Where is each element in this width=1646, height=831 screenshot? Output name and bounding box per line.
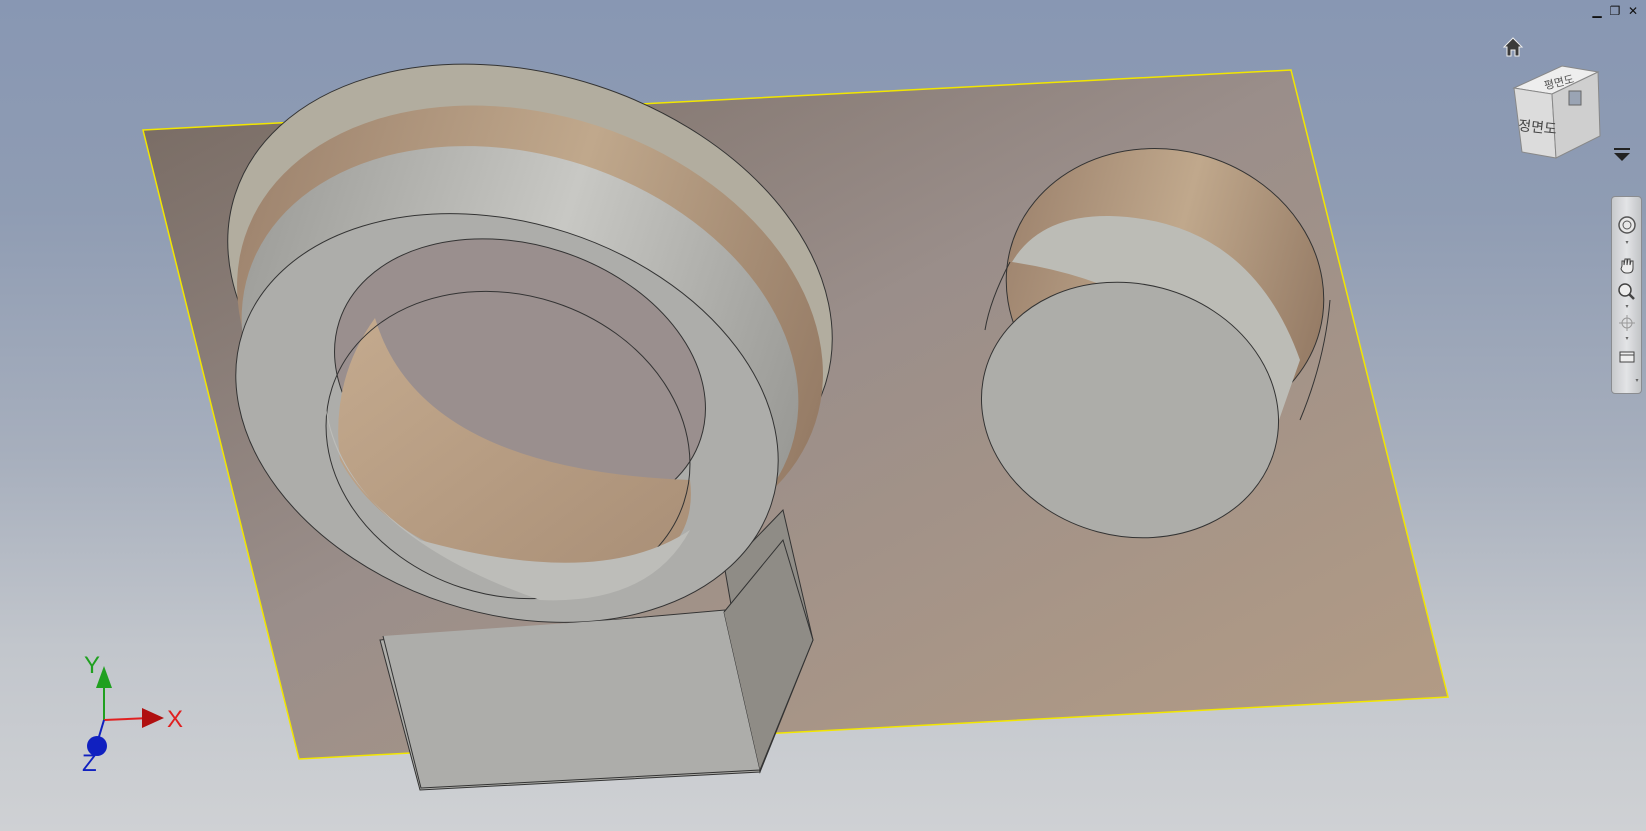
zoom-icon	[1618, 283, 1635, 300]
dropdown-arrow-icon	[1614, 148, 1630, 161]
pan-icon	[1620, 258, 1634, 274]
steering-wheel-button[interactable]	[1615, 215, 1639, 235]
view-cube-menu-button[interactable]	[1612, 146, 1632, 164]
ring-tab-merge	[383, 612, 760, 788]
restore-button[interactable]: ❐	[1608, 4, 1622, 18]
orbit-icon	[1619, 315, 1635, 331]
pan-button[interactable]	[1615, 255, 1639, 275]
orbit-button[interactable]	[1615, 313, 1639, 333]
steering-wheel-icon	[1618, 216, 1636, 234]
graphics-viewport[interactable]: ▁ ❐ ✕ 평면도 정면도 ▾ ▾ ▾ ▾ Y X Z	[0, 0, 1646, 831]
model-scene[interactable]	[0, 0, 1646, 831]
z-axis-label: Z	[82, 750, 97, 777]
x-axis-arrow	[142, 708, 164, 728]
x-axis-label: X	[167, 706, 184, 733]
look-at-icon	[1619, 351, 1635, 363]
home-icon	[1502, 37, 1524, 57]
navbar-separator: ▾	[1625, 239, 1629, 246]
minimize-button[interactable]: ▁	[1590, 4, 1604, 18]
y-axis-label: Y	[84, 652, 101, 679]
navbar-customize-icon[interactable]: ▾	[1634, 378, 1640, 384]
view-cube-edge-highlight[interactable]	[1568, 90, 1582, 106]
close-button[interactable]: ✕	[1626, 4, 1640, 18]
home-view-button[interactable]	[1501, 35, 1525, 59]
navigation-bar[interactable]: ▾ ▾ ▾ ▾	[1611, 196, 1642, 394]
zoom-button[interactable]	[1615, 281, 1639, 301]
navbar-separator: ▾	[1625, 335, 1629, 342]
view-cube[interactable]: 평면도 정면도	[1500, 58, 1612, 170]
look-at-button[interactable]	[1615, 347, 1639, 367]
navbar-separator: ▾	[1625, 303, 1629, 310]
